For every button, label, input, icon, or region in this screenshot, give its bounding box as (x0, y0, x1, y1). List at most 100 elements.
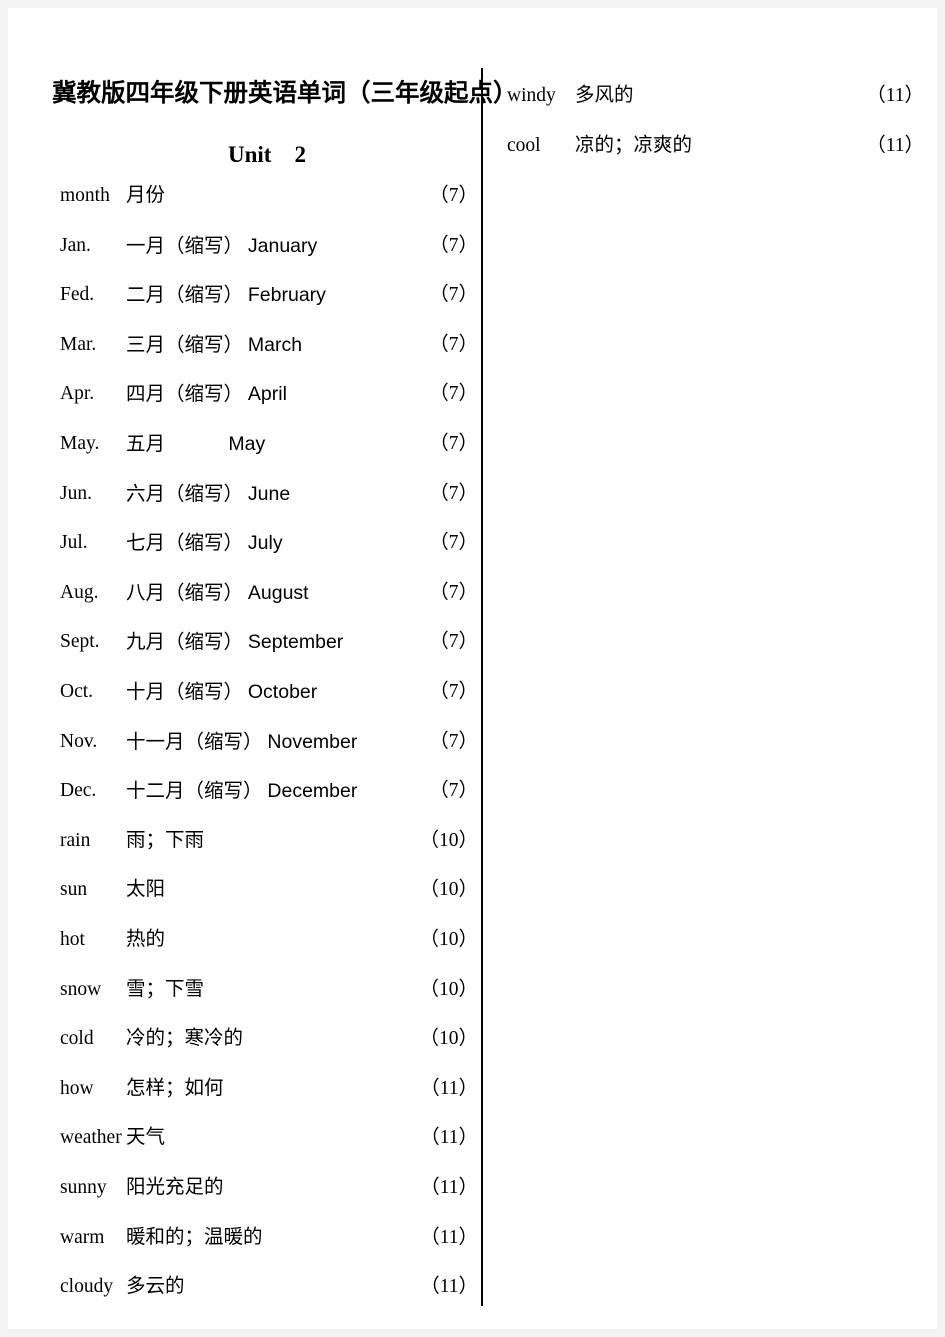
vocabulary-term: Dec. (60, 780, 97, 802)
vocabulary-meaning: 天气 (126, 1123, 165, 1153)
vocabulary-meaning: 七月（缩写） July (126, 528, 283, 559)
vocabulary-row: Jul. 七月（缩写） July （7） (52, 528, 481, 558)
english-full-form: May (228, 433, 266, 455)
chinese-gloss: 八月（缩写） (126, 582, 244, 604)
vocabulary-meaning: 雨；下雨 (126, 826, 204, 856)
vocabulary-meaning: 多风的 (575, 81, 634, 111)
page-reference: （10） (419, 879, 478, 901)
vocabulary-meaning: 一月（缩写） January (126, 231, 317, 262)
vocabulary-term: Jul. (60, 532, 88, 554)
vocabulary-row: Apr. 四月（缩写） April （7） (52, 379, 481, 409)
vocabulary-row: Sept. 九月（缩写） September （7） (52, 627, 481, 657)
vocabulary-meaning: 二月（缩写） February (126, 280, 326, 311)
page-reference: （11） (420, 1226, 478, 1248)
vocabulary-row: Oct. 十月（缩写） October （7） (52, 677, 481, 707)
vocabulary-meaning: 十一月（缩写） November (126, 727, 357, 758)
english-full-form: March (247, 333, 303, 356)
vocabulary-meaning: 热的 (126, 925, 165, 955)
chinese-gloss: 十二月（缩写） (126, 781, 263, 803)
vocabulary-row: Jun. 六月（缩写） June （7） (52, 479, 481, 509)
vocabulary-meaning: 雪；下雪 (126, 975, 204, 1005)
chinese-gloss: 阳光充足的 (126, 1177, 224, 1198)
vocabulary-term: hot (60, 929, 85, 950)
page-reference: （11） (866, 85, 924, 106)
english-full-form: February (247, 284, 326, 307)
chinese-gloss: 三月（缩写） (126, 334, 244, 356)
chinese-gloss: 月份 (126, 185, 166, 206)
page-reference: （7） (429, 284, 478, 306)
chinese-gloss: 雪；下雪 (126, 978, 205, 1000)
page-reference: （7） (429, 433, 478, 454)
vocabulary-term: how (60, 1077, 94, 1099)
vocabulary-term: cool (507, 134, 541, 156)
chinese-gloss: 五月 (126, 434, 224, 455)
vocabulary-row: windy 多风的 （11） (499, 81, 927, 111)
vocabulary-term: Oct. (60, 681, 94, 702)
vocabulary-row: Aug. 八月（缩写） August （7） (52, 578, 481, 608)
vocabulary-term: cold (60, 1028, 94, 1050)
chinese-gloss: 暖和的；温暖的 (126, 1226, 263, 1248)
vocabulary-meaning: 凉的；凉爽的 (575, 131, 692, 161)
vocabulary-term: sun (60, 879, 88, 901)
vocabulary-meaning: 太阳 (126, 875, 165, 905)
vocabulary-row: month 月份 （7） (52, 181, 481, 211)
page-reference: （7） (429, 631, 478, 653)
vocabulary-term: rain (60, 829, 91, 851)
chinese-gloss: 凉的；凉爽的 (575, 134, 693, 156)
chinese-gloss: 一月（缩写） (126, 235, 244, 257)
vocabulary-meaning: 八月（缩写） August (126, 578, 309, 609)
page-reference: （10） (419, 829, 478, 851)
chinese-gloss: 十月（缩写） (126, 682, 244, 703)
page-reference: （10） (419, 929, 478, 950)
vocabulary-term: Aug. (60, 581, 99, 603)
vocabulary-meaning: 怎样；如何 (126, 1074, 224, 1104)
chinese-gloss: 九月（缩写） (126, 632, 244, 654)
vocabulary-term: Nov. (60, 730, 98, 752)
english-full-form: June (247, 482, 291, 505)
page-reference: （11） (420, 1177, 478, 1198)
vocabulary-term: Sept. (60, 631, 100, 653)
english-full-form: October (247, 681, 318, 703)
vocabulary-row: rain 雨；下雨 （10） (52, 826, 481, 856)
page-reference: （7） (429, 780, 478, 802)
vocabulary-row: Mar. 三月（缩写） March （7） (52, 330, 481, 360)
vocabulary-term: Fed. (60, 284, 95, 306)
vocabulary-term: month (60, 185, 110, 206)
vocabulary-row: cool 凉的；凉爽的 （11） (499, 131, 927, 161)
page-reference: （7） (429, 532, 478, 554)
english-full-form: April (247, 383, 287, 406)
vocabulary-meaning: 三月（缩写） March (126, 330, 302, 361)
chinese-gloss: 太阳 (126, 879, 166, 901)
vocabulary-meaning: 九月（缩写） September (126, 627, 343, 658)
vocabulary-meaning: 月份 (126, 181, 165, 211)
right-word-column: windy 多风的 （11） cool 凉的；凉爽的 （11） (490, 8, 937, 1329)
vocabulary-row: Jan. 一月（缩写） January （7） (52, 231, 481, 261)
page-reference: （7） (429, 730, 478, 752)
vocabulary-row: Fed. 二月（缩写） February （7） (52, 280, 481, 310)
vocabulary-meaning: 阳光充足的 (126, 1173, 224, 1203)
chinese-gloss: 热的 (126, 929, 166, 950)
vocabulary-row: how 怎样；如何 （11） (52, 1074, 481, 1104)
page-reference: （7） (429, 383, 478, 405)
page-reference: （10） (419, 978, 478, 1000)
vocabulary-meaning: 五月 May (126, 429, 265, 460)
vocabulary-row: sunny 阳光充足的 （11） (52, 1173, 481, 1203)
english-full-form: August (247, 581, 309, 604)
vocabulary-term: Apr. (60, 383, 95, 405)
vocabulary-term: cloudy (60, 1276, 114, 1298)
page-reference: （11） (420, 1276, 478, 1298)
vocabulary-term: Mar. (60, 333, 97, 355)
vocabulary-term: sunny (60, 1177, 107, 1198)
page-reference: （7） (429, 482, 478, 504)
vocabulary-meaning: 冷的；寒冷的 (126, 1024, 243, 1054)
vocabulary-row: cold 冷的；寒冷的 （10） (52, 1024, 481, 1054)
vocabulary-meaning: 多云的 (126, 1272, 185, 1302)
vocabulary-row: snow 雪；下雪 （10） (52, 975, 481, 1005)
vocabulary-row: May. 五月 May （7） (52, 429, 481, 459)
chinese-gloss: 四月（缩写） (126, 384, 244, 406)
vocabulary-row: Nov. 十一月（缩写） November （7） (52, 727, 481, 757)
vocabulary-meaning: 十二月（缩写） December (126, 776, 357, 807)
vocabulary-meaning: 四月（缩写） April (126, 379, 287, 410)
chinese-gloss: 六月（缩写） (126, 483, 244, 505)
chinese-gloss: 天气 (126, 1127, 166, 1149)
